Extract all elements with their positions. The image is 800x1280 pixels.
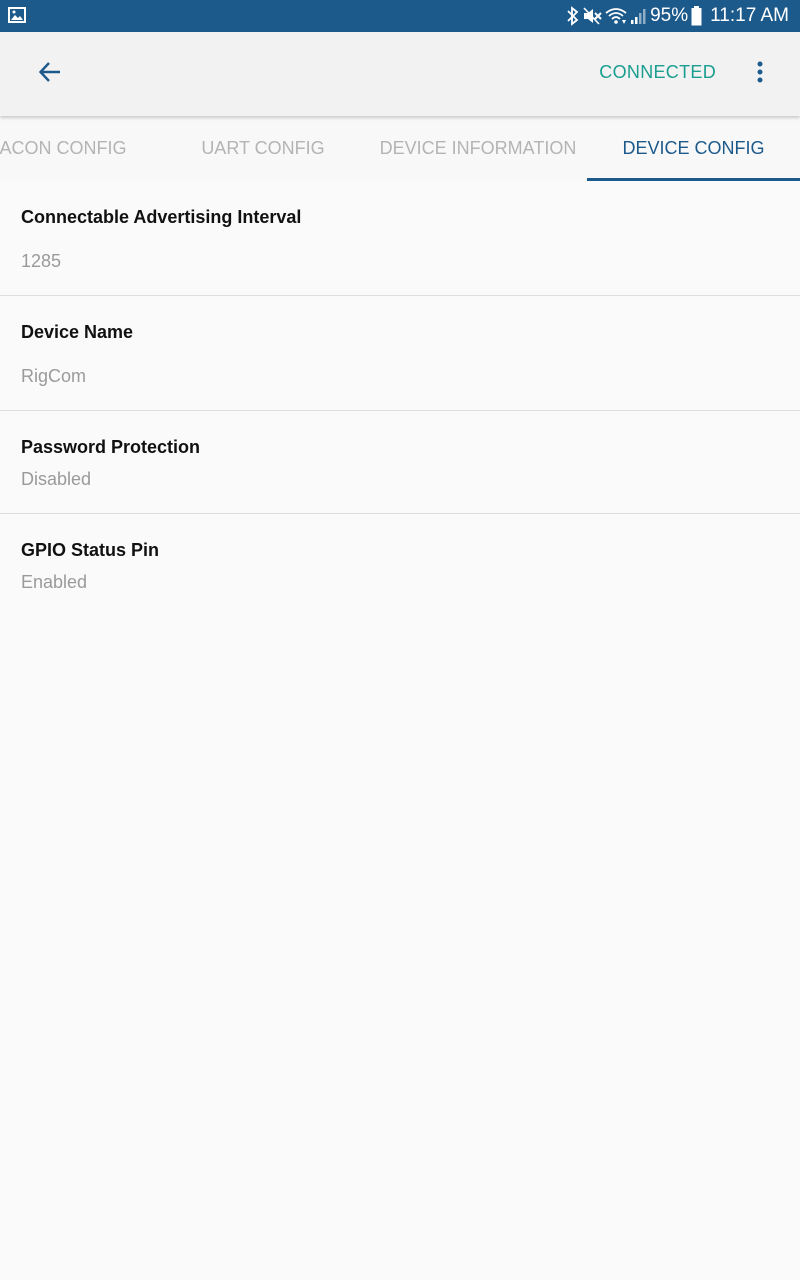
more-vert-icon xyxy=(757,61,763,88)
bluetooth-icon xyxy=(567,6,579,26)
gallery-icon xyxy=(8,7,26,28)
setting-title: Connectable Advertising Interval xyxy=(21,207,302,227)
setting-title: GPIO Status Pin xyxy=(21,540,160,560)
setting-value: 1285 xyxy=(21,251,62,271)
setting-title: Device Name xyxy=(21,322,134,342)
status-time: 11:17 AM xyxy=(710,5,789,26)
setting-title: Password Protection xyxy=(21,437,201,457)
setting-device-name[interactable]: Device Name RigCom xyxy=(0,296,800,411)
tab-bar: ACON CONFIG UART CONFIG DEVICE INFORMATI… xyxy=(0,116,800,181)
status-bar: 95% 11:17 AM xyxy=(0,0,800,32)
battery-icon xyxy=(691,6,702,26)
setting-value: RigCom xyxy=(21,366,87,386)
connection-status-button[interactable]: CONNECTED xyxy=(599,62,716,83)
tab-device-information[interactable]: DEVICE INFORMATION xyxy=(372,116,584,181)
status-icons: 95% 11:17 AM xyxy=(564,0,789,32)
tab-device-config[interactable]: DEVICE CONFIG xyxy=(587,116,800,181)
setting-gpio-status-pin[interactable]: GPIO Status Pin Enabled xyxy=(0,514,800,616)
setting-value: Enabled xyxy=(21,572,88,592)
setting-advertising-interval[interactable]: Connectable Advertising Interval 1285 xyxy=(0,181,800,296)
settings-list: Connectable Advertising Interval 1285 De… xyxy=(0,181,800,616)
wifi-icon xyxy=(605,7,627,25)
setting-value: Disabled xyxy=(21,469,92,489)
tab-beacon-config[interactable]: ACON CONFIG xyxy=(0,116,146,181)
back-button[interactable] xyxy=(28,52,72,96)
signal-icon xyxy=(630,7,646,25)
setting-password-protection[interactable]: Password Protection Disabled xyxy=(0,411,800,514)
battery-percent: 95% xyxy=(650,5,689,26)
arrow-left-icon xyxy=(38,60,62,89)
mute-icon xyxy=(582,6,602,26)
overflow-menu-button[interactable] xyxy=(744,54,776,94)
app-bar: CONNECTED xyxy=(0,32,800,116)
tab-uart-config[interactable]: UART CONFIG xyxy=(160,116,366,181)
